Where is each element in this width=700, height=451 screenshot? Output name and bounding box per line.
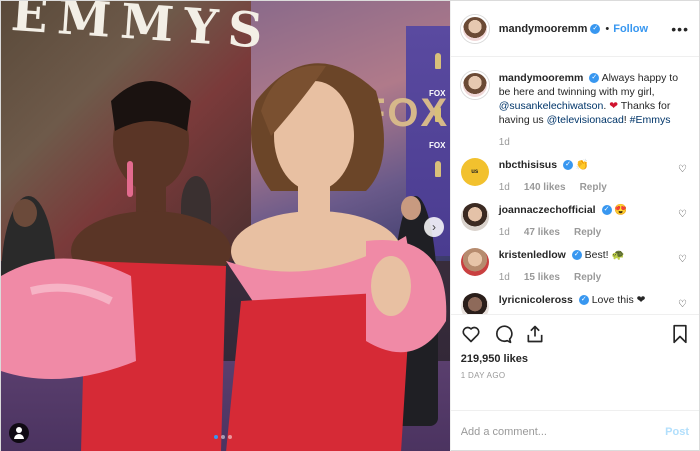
verified-badge-icon: ✓ (563, 160, 573, 171)
mention-link[interactable]: @susankelechiwatson (499, 100, 604, 112)
comment-username[interactable]: kristenledlow (499, 249, 566, 261)
post-comment-button[interactable]: Post (665, 426, 689, 438)
woman-left (1, 81, 231, 451)
comment-icon[interactable] (493, 324, 513, 344)
carousel-dot-active (214, 435, 218, 439)
post-timestamp: 1 DAY AGO (460, 371, 506, 380)
comment-time: 1d (498, 182, 510, 193)
author-username[interactable]: mandymooremm (499, 23, 588, 35)
comments-list[interactable]: mandymooremm ✓ Always happy to be here a… (451, 57, 699, 314)
comment-like-heart-icon[interactable]: ♡ (678, 164, 687, 175)
mention-link[interactable]: @televisionacad (547, 114, 624, 126)
woman-right (226, 63, 447, 451)
likes-count[interactable]: 219,950 likes (461, 353, 689, 365)
share-icon[interactable] (525, 324, 545, 344)
verified-badge-icon: ✓ (589, 73, 600, 84)
red-heart-emoji: ❤ (609, 100, 619, 112)
verified-badge-icon: ✓ (601, 205, 612, 216)
caption-avatar[interactable] (460, 71, 489, 99)
add-comment-bar: Post (450, 410, 699, 451)
tagged-users-icon[interactable] (9, 423, 29, 443)
post-actions: 219,950 likes 1 DAY AGO (450, 314, 699, 410)
post-side-panel: mandymooremm ✓ • Follow ••• mandymooremm… (449, 1, 699, 451)
caption-time: 1d (498, 137, 510, 148)
comment-likes[interactable]: 47 likes (524, 227, 560, 238)
comment-text: Love this ❤ (591, 294, 646, 306)
carousel-dot (221, 435, 225, 439)
comment-avatar[interactable]: us (460, 158, 489, 186)
add-comment-input[interactable] (460, 425, 666, 438)
comment-text: Best! 🐢 (584, 249, 625, 261)
heart-icon[interactable] (461, 324, 481, 344)
post-header: mandymooremm ✓ • Follow ••• (450, 1, 699, 57)
comment-item: kristenledlow ✓ Best! 🐢 1d 15 likes Reply … (460, 248, 689, 283)
post-caption: mandymooremm ✓ Always happy to be here a… (460, 71, 689, 127)
comment-likes[interactable]: 140 likes (524, 182, 566, 193)
caption-text: mandymooremm ✓ Always happy to be here a… (499, 71, 689, 127)
reply-button[interactable]: Reply (574, 227, 601, 238)
comment-avatar[interactable] (460, 248, 489, 276)
verified-badge-icon: ✓ (571, 250, 582, 261)
comment-time: 1d (498, 227, 510, 238)
follow-button[interactable]: Follow (613, 23, 648, 35)
comment-likes[interactable]: 15 likes (524, 272, 560, 283)
comment-avatar[interactable] (460, 203, 489, 231)
next-photo-button[interactable]: › (424, 217, 444, 237)
header-separator: • (605, 22, 610, 35)
comment-username[interactable]: lyricnicoleross (499, 294, 573, 306)
author-avatar[interactable] (460, 14, 489, 43)
comment-time: 1d (498, 272, 510, 283)
reply-button[interactable]: Reply (574, 272, 601, 283)
comment-like-heart-icon[interactable]: ♡ (678, 299, 687, 310)
more-options-icon[interactable]: ••• (671, 21, 689, 37)
comment-text: 😍 (614, 204, 628, 216)
comment-item: joannaczechofficial ✓ 😍 1d 47 likes Reply … (460, 203, 689, 238)
instagram-post: EMMYS FOX FOX FOX › mandymooremm ✓ • Fol… (0, 0, 700, 451)
carousel-indicator (214, 435, 232, 439)
comment-text: 👏 (575, 159, 589, 171)
comment-avatar[interactable] (460, 293, 489, 314)
verified-badge-icon: ✓ (578, 295, 589, 306)
reply-button[interactable]: Reply (580, 182, 607, 193)
hashtag-link[interactable]: #Emmys (630, 114, 671, 126)
comment-like-heart-icon[interactable]: ♡ (678, 254, 687, 265)
comment-item: lyricnicoleross ✓ Love this ❤ ♡ (460, 293, 689, 314)
verified-badge-icon: ✓ (590, 23, 601, 34)
carousel-dot (228, 435, 232, 439)
comment-like-heart-icon[interactable]: ♡ (678, 209, 687, 220)
comment-username[interactable]: nbcthisisus (499, 159, 557, 171)
comment-item: us nbcthisisus ✓ 👏 1d 140 likes Reply ♡ (460, 158, 689, 193)
post-photo[interactable]: EMMYS FOX FOX FOX › (1, 1, 450, 451)
caption-username[interactable]: mandymooremm (499, 72, 584, 84)
comment-username[interactable]: joannaczechofficial (499, 204, 596, 216)
bookmark-icon[interactable] (671, 324, 689, 344)
